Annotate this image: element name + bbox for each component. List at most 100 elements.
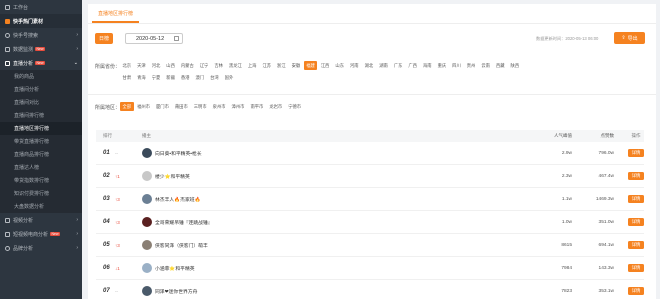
region-option[interactable]: 厦门市 [153, 102, 171, 111]
sidebar-subitem[interactable]: 直播商品排行榜 [0, 148, 82, 161]
province-option[interactable]: 安徽 [289, 61, 303, 70]
sidebar-subitem[interactable]: 直播地区排行榜 [0, 122, 82, 135]
province-option[interactable]: 广东 [391, 61, 405, 70]
export-button[interactable]: ⇪ 导出 [614, 32, 645, 44]
anchor-name: 全哥荣耀吊锤『连跳战锤』 [155, 220, 213, 226]
province-option[interactable]: 国外 [222, 73, 236, 82]
province-option[interactable]: 西藏 [493, 61, 507, 70]
likes-cell: 694.1w [598, 242, 614, 248]
date-picker[interactable]: 2020-05-12 [125, 33, 183, 44]
province-option[interactable]: 黑龙江 [226, 61, 244, 70]
day-ranking-button[interactable]: 日榜 [95, 33, 113, 44]
sidebar-section-hot-material[interactable]: 快手热门素材 [0, 14, 82, 28]
avatar [142, 217, 152, 227]
province-option[interactable]: 重庆 [435, 61, 449, 70]
anchor-cell[interactable]: 林杰丰人🔥杰家班🔥 [140, 194, 520, 204]
header-likes: 点赞数 [600, 133, 615, 138]
sidebar-item-data-monitor[interactable]: 数据监测 New › [0, 42, 82, 56]
tab-region-ranking[interactable]: 直播地区排行榜 [92, 6, 140, 23]
province-option[interactable]: 吉林 [212, 61, 226, 70]
popularity-cell: 2.3w [561, 173, 572, 179]
region-option[interactable]: 漳州市 [229, 102, 247, 111]
detail-button[interactable]: 详情 [628, 172, 644, 180]
region-option[interactable]: 全部 [120, 102, 134, 111]
region-option[interactable]: 福州市 [135, 102, 153, 111]
sidebar-item-video-analysis[interactable]: 视频分析 › [0, 213, 82, 227]
province-option[interactable]: 台湾 [208, 73, 222, 82]
rank-cell: 06 ↓1 [96, 265, 140, 271]
anchor-cell[interactable]: 向日葵•和平精英•枪长 [140, 148, 520, 158]
province-option[interactable]: 河南 [348, 61, 362, 70]
province-option[interactable]: 广西 [406, 61, 420, 70]
anchor-cell[interactable]: 全哥荣耀吊锤『连跳战锤』 [140, 217, 520, 227]
province-option[interactable]: 浙江 [275, 61, 289, 70]
sidebar-subitem[interactable]: 直播间对比 [0, 96, 82, 109]
sidebar-subitem[interactable]: 大盘数据分析 [0, 200, 82, 213]
sidebar-section-live-analysis[interactable]: 直播分析 New ⌄ [0, 56, 82, 70]
province-option[interactable]: 江苏 [260, 61, 274, 70]
province-option[interactable]: 陕西 [508, 61, 522, 70]
province-option[interactable]: 北京 [120, 61, 134, 70]
rank-trend: -- [115, 150, 118, 156]
province-option[interactable]: 山东 [333, 61, 347, 70]
sidebar-item-account-search[interactable]: 快手号搜索 › [0, 28, 82, 42]
region-option[interactable]: 龙岩市 [267, 102, 285, 111]
province-option[interactable]: 内蒙古 [178, 61, 196, 70]
rank-number: 01 [103, 150, 110, 156]
detail-button[interactable]: 详情 [628, 287, 644, 295]
region-option[interactable]: 宁德市 [286, 102, 304, 111]
province-option[interactable]: 天津 [135, 61, 149, 70]
province-option[interactable]: 海南 [420, 61, 434, 70]
rank-cell: 05 ↑3 [96, 242, 140, 248]
table-row: 05 ↑3 侠客同泽（侠客门）萌丰 8615 694.1w 详情 [96, 234, 644, 257]
province-option[interactable]: 上海 [245, 61, 259, 70]
region-option[interactable]: 泉州市 [210, 102, 228, 111]
popularity-cell: 2.9w [561, 150, 572, 156]
sidebar-subitem[interactable]: 直播间分析 [0, 83, 82, 96]
anchor-cell[interactable]: 小涵菲⭐和平精英 [140, 263, 520, 273]
detail-button[interactable]: 详情 [628, 218, 644, 226]
province-option[interactable]: 云南 [479, 61, 493, 70]
anchor-cell[interactable]: 同泽❤迷你世界方舟 [140, 286, 520, 296]
province-option[interactable]: 新疆 [164, 73, 178, 82]
region-option[interactable]: 莆田市 [172, 102, 190, 111]
province-option[interactable]: 江西 [318, 61, 332, 70]
province-filter-label: 所属省份： [95, 64, 121, 70]
new-badge: New [35, 47, 46, 51]
province-option[interactable]: 辽宁 [197, 61, 211, 70]
sidebar-item-brand-analysis[interactable]: 品牌分析 › [0, 241, 82, 255]
rank-trend: ↓1 [115, 265, 120, 271]
province-option[interactable]: 福建 [303, 61, 318, 70]
sidebar-subitem[interactable]: 直播间排行榜 [0, 109, 82, 122]
sidebar-subitem[interactable]: 带货指数排行榜 [0, 174, 82, 187]
province-option[interactable]: 山西 [164, 61, 178, 70]
anchor-cell[interactable]: 侠客同泽（侠客门）萌丰 [140, 240, 520, 250]
sidebar-subitem[interactable]: 知识付费排行榜 [0, 187, 82, 200]
detail-button[interactable]: 详情 [628, 241, 644, 249]
region-option[interactable]: 三明市 [191, 102, 209, 111]
sidebar-item-ecommerce-analysis[interactable]: 短视频电商分析 New › [0, 227, 82, 241]
province-option[interactable]: 湖北 [362, 61, 376, 70]
sidebar-subitem[interactable]: 带货直播排行榜 [0, 135, 82, 148]
province-option[interactable]: 湖南 [377, 61, 391, 70]
province-option[interactable]: 河北 [149, 61, 163, 70]
province-option[interactable]: 宁夏 [149, 73, 163, 82]
detail-button[interactable]: 详情 [628, 195, 644, 203]
province-option[interactable]: 青海 [135, 73, 149, 82]
province-option[interactable]: 香港 [178, 73, 192, 82]
province-option[interactable]: 贵州 [464, 61, 478, 70]
anchor-cell[interactable]: 楼少⭐和平精英 [140, 171, 520, 181]
rank-cell: 02 ↑1 [96, 173, 140, 179]
sidebar-item-workbench[interactable]: 工作台 [0, 0, 82, 14]
region-option[interactable]: 南平市 [248, 102, 266, 111]
province-option[interactable]: 甘肃 [120, 73, 134, 82]
province-option[interactable]: 澳门 [193, 73, 207, 82]
operation-cell: 详情 [614, 264, 644, 272]
detail-button[interactable]: 详情 [628, 264, 644, 272]
sidebar-subitem[interactable]: 我的商品 [0, 70, 82, 83]
detail-button[interactable]: 详情 [628, 149, 644, 157]
sidebar-subitem[interactable]: 直播达人榜 [0, 161, 82, 174]
province-option[interactable]: 四川 [450, 61, 464, 70]
main-panel: 直播地区排行榜 日榜 2020-05-12 数据更新时间：2020-05-13 … [88, 4, 656, 299]
sidebar-item-label: 数据监测 [13, 46, 34, 53]
